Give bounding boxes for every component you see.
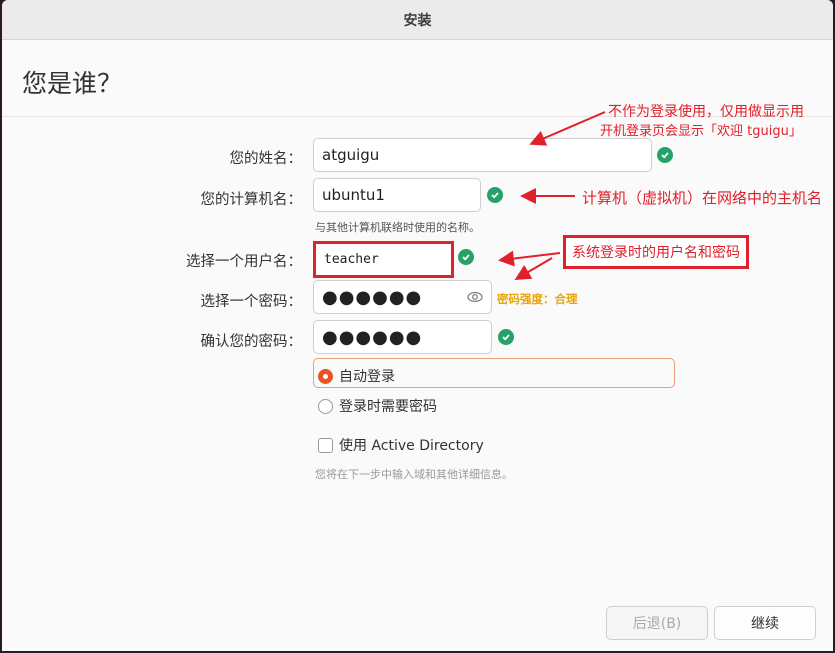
active-directory-hint: 您将在下一步中输入域和其他详细信息。 — [315, 468, 513, 481]
computer-name-value: ubuntu1 — [322, 186, 385, 204]
require-password-radio[interactable] — [318, 398, 333, 414]
confirm-password-valid-icon — [498, 329, 514, 345]
active-directory-option[interactable]: 使用 Active Directory — [318, 435, 484, 455]
login-annotation: 系统登录时的用户名和密码 — [563, 235, 749, 269]
continue-button[interactable]: 继续 — [714, 606, 816, 640]
window-title: 安装 — [403, 12, 432, 29]
username-valid-icon — [458, 249, 474, 265]
password-strength: 密码强度：合理 — [497, 292, 578, 306]
name-valid-icon — [657, 147, 673, 163]
username-field[interactable]: teacher — [313, 241, 454, 278]
computer-name-annotation: 计算机（虚拟机）在网络中的主机名 — [582, 189, 823, 207]
name-annotation-line1: 不作为登录使用，仅用做显示用 — [608, 104, 804, 120]
confirm-password-value: ●●●●●● — [322, 326, 423, 348]
name-label: 您的姓名： — [229, 151, 303, 167]
page-title: 您是谁？ — [22, 69, 123, 98]
confirm-password-field[interactable]: ●●●●●● — [313, 320, 492, 354]
computer-name-field[interactable]: ubuntu1 — [313, 178, 481, 212]
computer-name-hint: 与其他计算机联络时使用的名称。 — [315, 221, 480, 234]
title-bar: 安装 — [2, 0, 833, 40]
show-password-icon[interactable] — [467, 289, 483, 305]
auto-login-label: 自动登录 — [339, 369, 395, 385]
require-password-option[interactable]: 登录时需要密码 — [318, 396, 437, 416]
username-label: 选择一个用户名： — [186, 254, 302, 270]
password-value: ●●●●●● — [322, 286, 423, 308]
active-directory-checkbox[interactable] — [318, 437, 333, 453]
computer-name-valid-icon — [487, 187, 503, 203]
installer-window: 安装 您是谁？ 您的姓名： atguigu 您的计算机名： ubuntu1 与其… — [2, 0, 833, 651]
computer-name-label: 您的计算机名： — [200, 192, 303, 208]
name-field[interactable]: atguigu — [313, 138, 652, 172]
back-button[interactable]: 后退(B) — [606, 606, 708, 640]
password-label: 选择一个密码： — [200, 294, 303, 310]
password-field[interactable]: ●●●●●● — [313, 280, 492, 314]
auto-login-radio[interactable] — [318, 368, 333, 384]
username-value: teacher — [324, 252, 379, 267]
name-annotation-line2: 开机登录页会显示「欢迎 tguigu」 — [600, 124, 802, 139]
require-password-label: 登录时需要密码 — [339, 399, 437, 415]
confirm-password-label: 确认您的密码： — [200, 334, 303, 350]
name-value: atguigu — [322, 146, 380, 164]
auto-login-option[interactable]: 自动登录 — [318, 366, 395, 386]
active-directory-label: 使用 Active Directory — [339, 438, 484, 454]
